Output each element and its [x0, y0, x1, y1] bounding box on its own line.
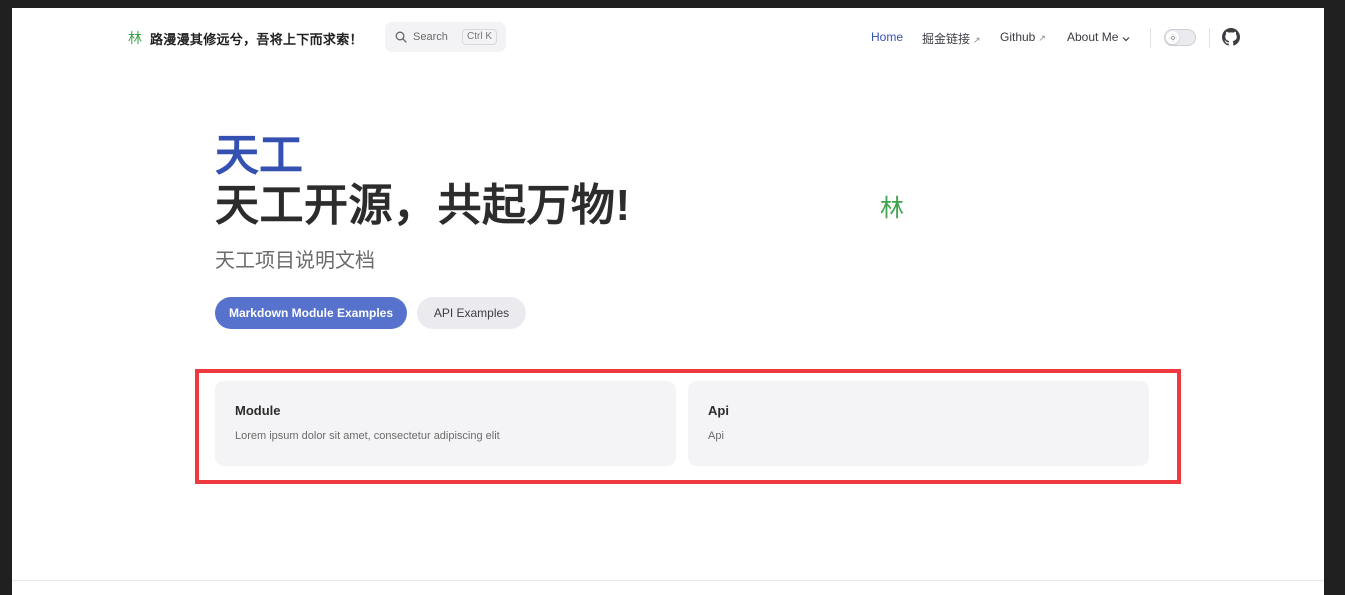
feature-title: Module — [235, 403, 281, 418]
external-link-icon: ↗ — [973, 35, 981, 45]
page: 林 路漫漫其修远兮，吾将上下而求索！ Search Ctrl K Home 掘金… — [12, 8, 1324, 595]
nav-item-label: About Me — [1067, 30, 1119, 44]
hero-tagline: 天工项目说明文档 — [215, 250, 375, 272]
footer-divider — [12, 580, 1324, 581]
hero-name: 天工 — [215, 131, 303, 180]
feature-card-module[interactable]: Module Lorem ipsum dolor sit amet, conse… — [215, 381, 676, 466]
github-icon[interactable] — [1222, 28, 1240, 51]
api-examples-button[interactable]: API Examples — [417, 297, 526, 329]
nav-item-label: Github — [1000, 30, 1036, 44]
nav-divider — [1150, 28, 1151, 48]
hero-heading: 天工开源，共起万物! — [215, 181, 631, 230]
hero-logo-image: 林 — [880, 194, 904, 222]
feature-details: Lorem ipsum dolor sit amet, consectetur … — [235, 430, 500, 442]
logo-icon: 林 — [128, 31, 142, 47]
nav-item-juejin[interactable]: 掘金链接 ↗ — [922, 30, 981, 47]
search-icon — [395, 31, 407, 43]
feature-title: Api — [708, 403, 729, 418]
external-link-icon: ↗ — [1038, 33, 1046, 43]
feature-details: Api — [708, 430, 724, 442]
search-label: Search — [413, 31, 448, 43]
feature-card-api[interactable]: Api Api — [688, 381, 1149, 466]
top-nav: 林 路漫漫其修远兮，吾将上下而求索！ Search Ctrl K Home 掘金… — [12, 8, 1324, 68]
nav-divider — [1209, 28, 1210, 48]
nav-item-home[interactable]: Home — [871, 30, 903, 44]
search-button[interactable]: Search Ctrl K — [385, 22, 506, 52]
nav-item-about-me[interactable]: About Me — [1067, 30, 1130, 45]
site-title: 路漫漫其修远兮，吾将上下而求索！ — [150, 31, 363, 47]
appearance-toggle[interactable] — [1164, 29, 1196, 46]
nav-item-label: 掘金链接 — [922, 32, 971, 46]
markdown-examples-button[interactable]: Markdown Module Examples — [215, 297, 407, 329]
search-shortcut-badge: Ctrl K — [462, 29, 497, 45]
nav-item-github[interactable]: Github ↗ — [1000, 30, 1046, 44]
site-logo-link[interactable]: 林 路漫漫其修远兮，吾将上下而求索！ — [128, 28, 363, 48]
chevron-down-icon — [1122, 31, 1130, 45]
sun-icon — [1166, 31, 1179, 44]
